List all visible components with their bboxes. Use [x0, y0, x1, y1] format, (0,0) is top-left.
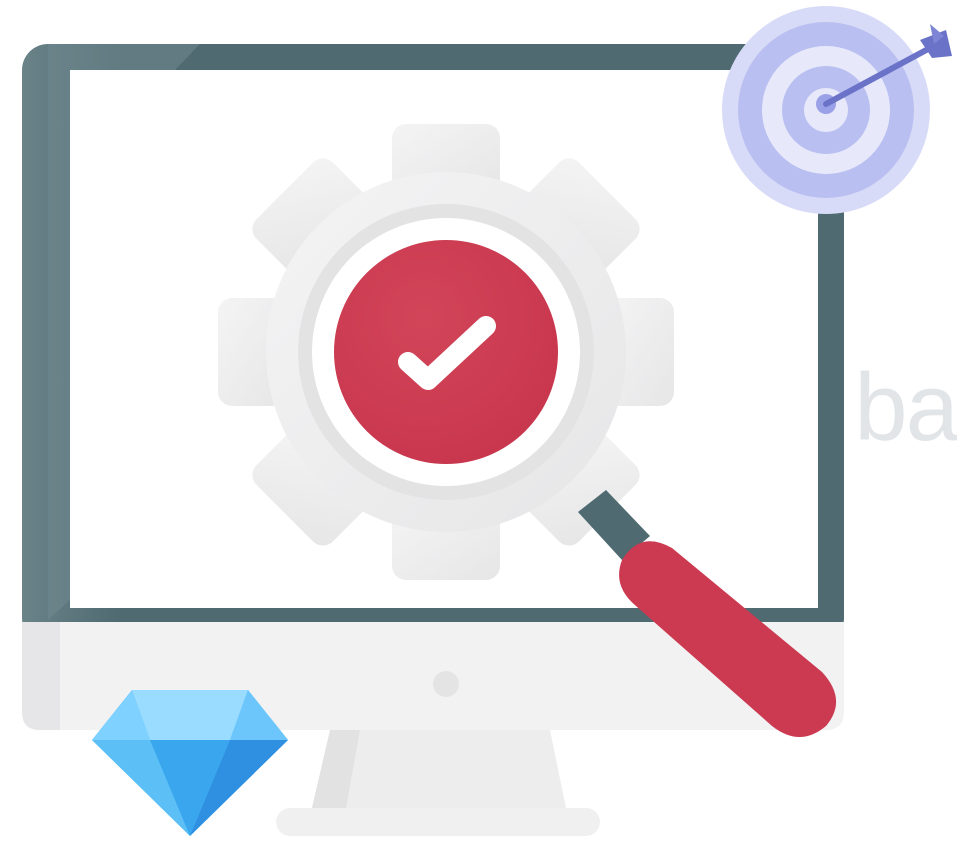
diamond-top-center [132, 690, 248, 740]
monitor-stand [276, 730, 600, 836]
target-icon [722, 6, 952, 214]
diamond-icon [92, 690, 288, 836]
illustration [22, 6, 952, 836]
monitor-chin-shadow [22, 622, 60, 730]
monitor-power-dot [433, 671, 459, 697]
checkmark-badge [334, 240, 558, 464]
monitor-stand-base [276, 808, 600, 836]
